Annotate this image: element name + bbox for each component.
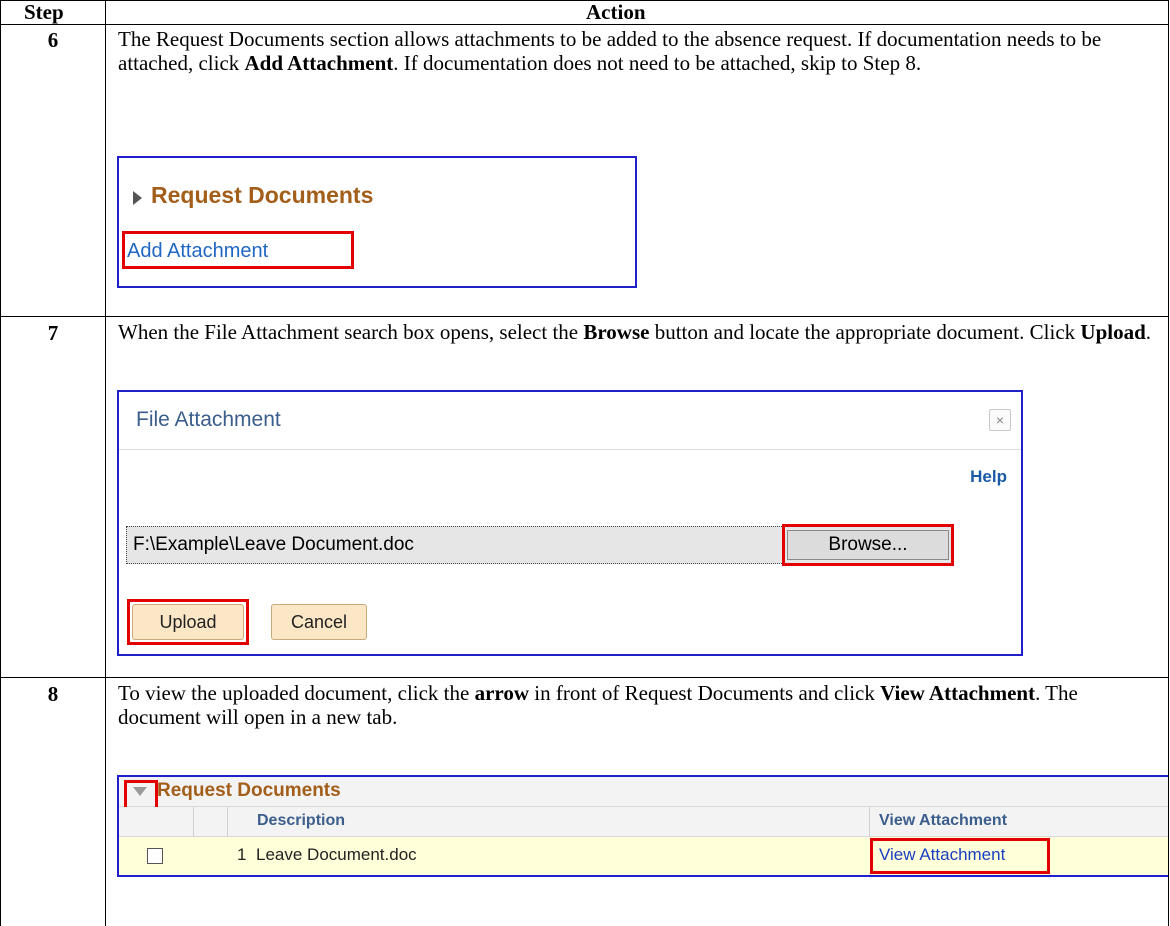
highlight-box xyxy=(870,838,1050,874)
bold-term: View Attachment xyxy=(880,681,1036,705)
step-8-screenshot: Request Documents Description View Attac… xyxy=(117,775,1168,877)
triangle-right-icon[interactable] xyxy=(133,191,142,205)
table-border-left xyxy=(0,0,1,926)
header-divider xyxy=(0,24,1169,25)
highlight-box xyxy=(124,780,158,810)
header-step: Step xyxy=(24,0,64,24)
row-number: 1 xyxy=(237,845,247,864)
grid-header: Request Documents xyxy=(119,777,1168,807)
cancel-button[interactable]: Cancel xyxy=(271,604,367,640)
table-column-divider xyxy=(105,0,106,926)
table-border-right xyxy=(1168,0,1169,926)
step-number: 8 xyxy=(47,682,59,706)
row-divider xyxy=(0,677,1169,678)
close-icon[interactable]: × xyxy=(989,409,1011,431)
column-divider xyxy=(869,807,870,837)
instruction-text: . xyxy=(1145,320,1152,344)
bold-term: Add Attachment xyxy=(244,51,394,75)
step-6-instruction: The Request Documents section allows att… xyxy=(118,27,1163,75)
instruction-text: button and locate the appropriate docume… xyxy=(649,320,1081,344)
row-description: Leave Document.doc xyxy=(256,845,417,864)
grid-column-headers: Description View Attachment xyxy=(119,807,1168,837)
highlight-box xyxy=(782,524,954,566)
divider xyxy=(119,449,1021,450)
instruction-text: To view the uploaded document, click the xyxy=(118,681,475,705)
bold-term: Upload xyxy=(1080,320,1146,344)
instruction-text: When the File Attachment search box open… xyxy=(118,320,584,344)
table-border-top xyxy=(0,0,1169,1)
section-title: Request Documents xyxy=(157,780,341,801)
bold-term: Browse xyxy=(583,320,650,344)
highlight-box xyxy=(122,231,354,269)
header-action: Action xyxy=(586,0,646,24)
column-divider xyxy=(193,807,194,837)
instruction-text: . If documentation does not need to be a… xyxy=(393,51,922,75)
step-number: 6 xyxy=(47,28,59,52)
step-number: 7 xyxy=(47,321,59,345)
row-checkbox[interactable] xyxy=(147,848,163,864)
step-7-screenshot: File Attachment × Help F:\Example\Leave … xyxy=(117,390,1023,656)
step-8-instruction: To view the uploaded document, click the… xyxy=(118,681,1163,729)
bold-term: arrow xyxy=(474,681,530,705)
instruction-text: in front of Request Documents and click xyxy=(529,681,881,705)
row-divider xyxy=(0,316,1169,317)
column-divider xyxy=(227,807,228,837)
column-header-description[interactable]: Description xyxy=(257,812,345,830)
help-link[interactable]: Help xyxy=(970,467,1007,487)
step-7-instruction: When the File Attachment search box open… xyxy=(118,320,1163,344)
highlight-box xyxy=(127,599,249,645)
section-title: Request Documents xyxy=(151,182,374,208)
column-header-view-attachment[interactable]: View Attachment xyxy=(879,812,1007,830)
dialog-title: File Attachment xyxy=(136,408,281,431)
step-6-screenshot: Request Documents Add Attachment xyxy=(117,156,637,288)
